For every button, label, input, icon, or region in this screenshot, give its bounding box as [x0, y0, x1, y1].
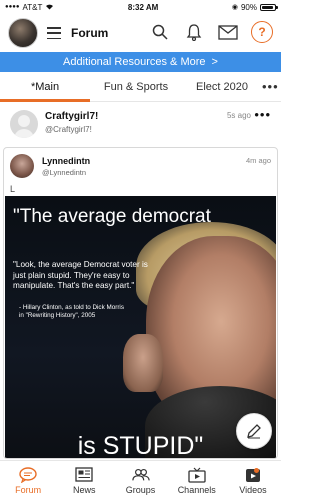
channels-icon	[188, 467, 206, 483]
nav-videos-label: Videos	[239, 484, 267, 495]
meme-image[interactable]: "The average democrat "Look, the average…	[5, 196, 276, 458]
banner-text: Additional Resources & More	[63, 56, 206, 68]
app-header: Forum ?	[0, 14, 281, 52]
forum-icon	[19, 466, 37, 483]
search-icon[interactable]	[149, 21, 171, 43]
bell-icon[interactable]	[183, 21, 205, 43]
nav-groups[interactable]: Groups	[112, 461, 168, 500]
post-author-avatar[interactable]	[10, 110, 38, 138]
signal-icon: ●●●●	[5, 4, 20, 10]
header-actions: ?	[149, 21, 273, 43]
quoted-author-name[interactable]: Lynnedintn	[42, 156, 90, 166]
groups-icon	[131, 467, 150, 483]
pen-icon	[247, 424, 261, 439]
battery-percent: 90%	[240, 2, 257, 12]
compose-button[interactable]	[236, 413, 272, 449]
nav-news-label: News	[73, 484, 96, 495]
nav-forum-label: Forum	[15, 484, 42, 495]
clock: 8:32 AM	[127, 2, 159, 12]
bottom-nav: Forum News Groups Channels Videos	[0, 460, 281, 500]
quoted-text: L	[10, 184, 16, 194]
tab-fun-sports[interactable]: Fun & Sports	[90, 72, 182, 101]
status-left: ●●●● AT&T	[5, 3, 54, 12]
nav-videos[interactable]: Videos	[225, 461, 281, 500]
chevron-right-icon: >	[211, 56, 218, 68]
meme-fist	[123, 334, 163, 392]
post-author-handle: @Craftygirl7!	[45, 125, 92, 134]
tab-elect-2020[interactable]: Elect 2020	[182, 72, 262, 101]
nav-news[interactable]: News	[56, 461, 112, 500]
news-icon	[75, 467, 93, 483]
post-more-button[interactable]: •••	[254, 107, 271, 122]
nav-groups-label: Groups	[125, 484, 156, 495]
battery-fill	[262, 5, 273, 9]
nav-forum[interactable]: Forum	[0, 461, 56, 500]
battery-icon	[260, 3, 278, 11]
nav-channels-label: Channels	[177, 484, 216, 495]
menu-icon[interactable]	[47, 27, 61, 39]
meme-quote: "Look, the average Democrat voter is jus…	[13, 260, 148, 291]
meme-bottom-caption: is STUPID"	[77, 432, 204, 458]
forum-tabs: *Main Fun & Sports Elect 2020 •••	[0, 72, 281, 102]
post-header: Craftygirl7! @Craftygirl7! 5s ago •••	[0, 103, 281, 145]
location-icon: ◉	[231, 4, 238, 11]
active-tab-indicator	[0, 99, 90, 102]
tab-main[interactable]: *Main	[0, 72, 90, 101]
quoted-author-handle: @Lynnedintn	[42, 168, 87, 177]
post-timestamp: 5s ago	[226, 111, 251, 120]
mail-icon[interactable]	[217, 21, 239, 43]
wifi-icon	[45, 3, 54, 12]
nav-channels[interactable]: Channels	[169, 461, 225, 500]
resources-banner[interactable]: Additional Resources & More >	[0, 52, 281, 72]
post-author-name[interactable]: Craftygirl7!	[45, 111, 98, 122]
quoted-timestamp: 4m ago	[245, 156, 271, 165]
quoted-post[interactable]: Lynnedintn @Lynnedintn 4m ago L "The ave…	[3, 147, 278, 459]
tabs-more-button[interactable]: •••	[262, 72, 281, 101]
status-bar: ●●●● AT&T 8:32 AM ◉ 90%	[0, 0, 281, 14]
meme-attribution: - Hillary Clinton, as told to Dick Morri…	[19, 304, 124, 320]
meme-top-caption: "The average democrat	[13, 206, 211, 227]
help-icon[interactable]: ?	[251, 21, 273, 43]
status-right: ◉ 90%	[231, 2, 278, 12]
user-avatar[interactable]	[8, 18, 38, 48]
page-title: Forum	[71, 26, 109, 40]
videos-icon	[244, 467, 262, 483]
carrier-label: AT&T	[22, 2, 43, 12]
quoted-author-avatar[interactable]	[10, 154, 34, 178]
